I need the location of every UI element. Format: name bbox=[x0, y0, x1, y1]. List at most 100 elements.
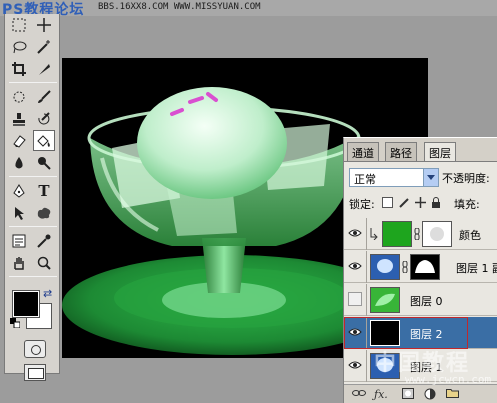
toolbox: T ⇄ bbox=[4, 14, 60, 381]
custom-shape-icon bbox=[37, 207, 51, 219]
watermark-bottom-url: www.jcwcn.com bbox=[405, 373, 492, 386]
visibility-toggle-off[interactable] bbox=[348, 292, 362, 306]
chain-icon bbox=[402, 261, 408, 273]
layer-row-layer1-copy[interactable]: 图层 1 副 bbox=[344, 251, 497, 283]
eyedropper-icon bbox=[37, 234, 51, 248]
mask-icon[interactable] bbox=[402, 388, 414, 399]
layer-row-layer0[interactable]: 图层 0 bbox=[344, 284, 497, 316]
panel-tabs: 通道 路径 图层 bbox=[344, 142, 497, 162]
toolbox-divider bbox=[9, 176, 57, 177]
default-colors-icon[interactable] bbox=[10, 318, 20, 328]
path-selection-tool[interactable] bbox=[8, 202, 30, 223]
water-drop-icon bbox=[15, 156, 23, 168]
watermark-strip: PS教程论坛 BBS.16XX8.COM WWW.MISSYUAN.COM bbox=[0, 0, 497, 18]
column-divider bbox=[366, 251, 367, 283]
tab-paths[interactable]: 路径 bbox=[385, 142, 417, 161]
layer-thumbnail bbox=[370, 287, 400, 313]
fill-label: 填充: bbox=[454, 198, 480, 211]
watermark-site: BBS.16XX8.COM WWW.MISSYUAN.COM bbox=[98, 2, 261, 12]
eye-icon[interactable] bbox=[348, 358, 362, 372]
brush-icon bbox=[38, 89, 51, 103]
custom-shape-tool[interactable] bbox=[33, 202, 55, 223]
eye-icon[interactable] bbox=[348, 226, 362, 240]
clone-stamp-tool[interactable] bbox=[8, 108, 30, 129]
link-icon[interactable] bbox=[352, 388, 366, 398]
magic-wand-icon bbox=[37, 39, 50, 54]
lock-label: 锁定: bbox=[349, 198, 375, 211]
crop-tool[interactable] bbox=[8, 58, 30, 79]
lasso-icon bbox=[13, 41, 27, 53]
column-divider bbox=[366, 350, 367, 382]
blend-mode-value: 正常 bbox=[354, 173, 376, 186]
type-tool[interactable]: T bbox=[33, 180, 55, 201]
layer-thumbnail bbox=[382, 221, 412, 247]
lock-position-icon[interactable] bbox=[415, 197, 426, 208]
clip-arrow-icon bbox=[370, 228, 378, 240]
lock-all-icon[interactable] bbox=[431, 197, 441, 208]
notes-icon bbox=[12, 234, 26, 247]
leaf-thumbnail-shape bbox=[375, 293, 395, 306]
layer-thumbnail bbox=[370, 254, 400, 280]
layer-mask-thumbnail bbox=[410, 254, 440, 280]
tab-channels[interactable]: 通道 bbox=[347, 142, 379, 161]
chevron-down-icon[interactable] bbox=[423, 169, 438, 186]
adjustment-icon[interactable] bbox=[424, 388, 436, 400]
chain-icon bbox=[414, 228, 420, 240]
layer-row-color[interactable]: 颜色 bbox=[344, 218, 497, 250]
layer-mask-thumbnail bbox=[422, 221, 452, 247]
pen-tool[interactable] bbox=[8, 180, 30, 201]
swap-colors-icon[interactable]: ⇄ bbox=[43, 287, 52, 300]
eyedropper-tool[interactable] bbox=[33, 230, 55, 251]
layer-name: 图层 0 bbox=[410, 295, 443, 308]
move-icon bbox=[37, 17, 51, 32]
mask-shape bbox=[430, 227, 444, 241]
fx-icon[interactable]: ƒx. bbox=[374, 388, 388, 401]
layer-name: 图层 1 副 bbox=[456, 262, 497, 275]
notes-tool[interactable] bbox=[8, 230, 30, 251]
opacity-label: 不透明度: bbox=[442, 172, 490, 185]
slice-icon bbox=[39, 63, 50, 75]
quick-mask-button[interactable] bbox=[24, 340, 46, 358]
mask-shape bbox=[415, 260, 435, 273]
hand-icon bbox=[14, 256, 24, 270]
paint-bucket-icon bbox=[37, 134, 50, 147]
lock-transparency-icon[interactable] bbox=[382, 197, 393, 208]
brush-tool[interactable] bbox=[33, 86, 55, 107]
panel-footer: ƒx. bbox=[344, 384, 497, 403]
dodge-icon bbox=[38, 156, 51, 170]
zoom-tool[interactable] bbox=[33, 252, 55, 273]
cup-thumbnail-shape bbox=[377, 259, 393, 273]
pen-icon bbox=[13, 183, 25, 198]
hand-tool[interactable] bbox=[8, 252, 30, 273]
history-brush-icon bbox=[38, 111, 50, 124]
toolbox-divider bbox=[9, 226, 57, 227]
crop-icon bbox=[12, 61, 26, 76]
folder-icon[interactable] bbox=[446, 388, 459, 398]
foreground-color-swatch[interactable] bbox=[12, 290, 40, 318]
history-brush-tool[interactable] bbox=[33, 108, 55, 129]
blend-mode-select[interactable]: 正常 bbox=[349, 168, 439, 187]
slice-tool[interactable] bbox=[33, 58, 55, 79]
toolbox-divider bbox=[9, 276, 57, 277]
column-divider bbox=[366, 218, 367, 250]
arrow-icon bbox=[15, 206, 24, 220]
healing-brush-tool[interactable] bbox=[8, 86, 30, 107]
eye-icon[interactable] bbox=[348, 259, 362, 273]
lasso-tool[interactable] bbox=[8, 36, 30, 57]
lock-pixels-icon[interactable] bbox=[399, 197, 410, 208]
magnifier-icon bbox=[37, 256, 51, 270]
stamp-icon bbox=[13, 112, 25, 126]
screen-mode-button[interactable] bbox=[24, 364, 46, 381]
blur-tool[interactable] bbox=[8, 152, 30, 173]
paint-bucket-tool[interactable] bbox=[33, 130, 55, 151]
marquee-icon bbox=[12, 18, 26, 31]
magic-wand-tool[interactable] bbox=[33, 36, 55, 57]
dodge-tool[interactable] bbox=[33, 152, 55, 173]
marquee-tool[interactable] bbox=[8, 14, 30, 35]
toolbox-divider bbox=[9, 82, 57, 83]
layer-name: 颜色 bbox=[459, 229, 481, 242]
eraser-tool[interactable] bbox=[8, 130, 30, 151]
tab-layers[interactable]: 图层 bbox=[424, 142, 456, 162]
column-divider bbox=[366, 284, 367, 316]
move-tool[interactable] bbox=[33, 14, 55, 35]
